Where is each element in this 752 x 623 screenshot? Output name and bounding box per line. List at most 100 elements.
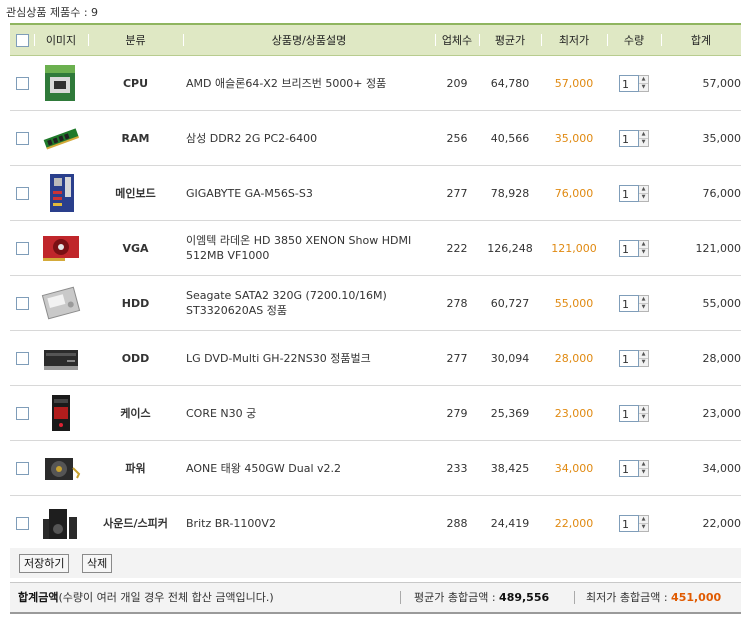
hard-drive-icon[interactable] (41, 283, 81, 323)
row-checkbox[interactable] (15, 351, 29, 365)
quantity-stepper[interactable]: 1 ▲ ▼ (619, 404, 649, 422)
quantity-down-icon[interactable]: ▼ (639, 357, 648, 366)
product-name-cell[interactable]: Britz BR-1100V2 (183, 495, 435, 551)
totals-bar: 합계금액(수량이 여러 개일 경우 전체 합산 금액입니다.) 평균가 총합금액… (10, 582, 741, 614)
product-name-cell[interactable]: CORE N30 궁 (183, 385, 435, 441)
table-row: 메인보드 GIGABYTE GA-M56S-S3 277 78,928 76,000 1 ▲… (10, 165, 741, 221)
row-sum-cell: 121,000 (661, 220, 741, 276)
quantity-stepper[interactable]: 1 ▲ ▼ (619, 239, 649, 257)
column-header-category: 분류 (88, 23, 183, 56)
product-name-line1[interactable]: AONE 태왕 450GW Dual v2.2 (186, 462, 341, 475)
table-row: 사운드/스피커 Britz BR-1100V2 288 24,419 22,000 1 ▲ ▼… (10, 495, 741, 551)
maker-count-cell: 209 (435, 55, 479, 111)
quantity-stepper[interactable]: 1 ▲ ▼ (619, 129, 649, 147)
dvd-drive-icon[interactable] (41, 338, 81, 378)
quantity-up-icon[interactable]: ▲ (639, 351, 648, 358)
lowest-price-cell: 121,000 (541, 220, 607, 276)
category-cell: VGA (88, 220, 183, 276)
pc-case-icon[interactable] (41, 393, 81, 433)
quantity-stepper[interactable]: 1 ▲ ▼ (619, 514, 649, 532)
quantity-input[interactable]: 1 (619, 349, 639, 367)
row-checkbox[interactable] (15, 76, 29, 90)
quantity-down-icon[interactable]: ▼ (639, 82, 648, 91)
quantity-input[interactable]: 1 (619, 74, 639, 92)
avg-price-cell: 78,928 (479, 165, 541, 221)
row-checkbox[interactable] (15, 461, 29, 475)
quantity-input[interactable]: 1 (619, 239, 639, 257)
quantity-stepper[interactable]: 1 ▲ ▼ (619, 459, 649, 477)
select-all-checkbox[interactable] (15, 33, 29, 47)
quantity-input[interactable]: 1 (619, 129, 639, 147)
avg-price-cell: 24,419 (479, 495, 541, 551)
product-name-cell[interactable]: AONE 태왕 450GW Dual v2.2 (183, 440, 435, 496)
power-supply-icon[interactable] (41, 448, 81, 488)
row-checkbox[interactable] (15, 516, 29, 530)
quantity-stepper[interactable]: 1 ▲ ▼ (619, 184, 649, 202)
ram-stick-icon[interactable] (41, 118, 81, 158)
motherboard-icon[interactable] (41, 173, 81, 213)
product-name-line2[interactable]: ST3320620AS 정품 (186, 304, 287, 317)
quantity-up-icon[interactable]: ▲ (639, 516, 648, 523)
avg-price-cell: 40,566 (479, 110, 541, 166)
category-cell: 메인보드 (88, 165, 183, 221)
quantity-down-icon[interactable]: ▼ (639, 247, 648, 256)
quantity-up-icon[interactable]: ▲ (639, 76, 648, 83)
quantity-stepper[interactable]: 1 ▲ ▼ (619, 74, 649, 92)
row-checkbox[interactable] (15, 241, 29, 255)
quantity-down-icon[interactable]: ▼ (639, 467, 648, 476)
wishlist-table: 이미지 분류 상품명/상품설명 업체수 평균가 최저가 수량 합계 CPU AMD… (10, 23, 741, 551)
quantity-up-icon[interactable]: ▲ (639, 186, 648, 193)
table-row: RAM 삼성 DDR2 2G PC2-6400 256 40,566 35,000 1 ▲ ▼… (10, 110, 741, 166)
table-row: ODD LG DVD-Multi GH-22NS30 정품벌크 277 30,094 2… (10, 330, 741, 386)
product-name-line1[interactable]: Britz BR-1100V2 (186, 517, 276, 530)
totals-label: 합계금액 (18, 591, 59, 604)
row-checkbox[interactable] (15, 186, 29, 200)
quantity-stepper[interactable]: 1 ▲ ▼ (619, 349, 649, 367)
lowest-price-cell: 22,000 (541, 495, 607, 551)
avg-price-cell: 126,248 (479, 220, 541, 276)
quantity-input[interactable]: 1 (619, 514, 639, 532)
quantity-input[interactable]: 1 (619, 184, 639, 202)
product-name-cell[interactable]: 이엠텍 라데온 HD 3850 XENON Show HDMI 512MB VF1… (183, 220, 435, 276)
quantity-input[interactable]: 1 (619, 459, 639, 477)
speaker-icon[interactable] (41, 503, 81, 543)
quantity-up-icon[interactable]: ▲ (639, 406, 648, 413)
product-name-cell[interactable]: Seagate SATA2 320G (7200.10/16M) ST332062… (183, 275, 435, 331)
product-name-line1[interactable]: Seagate SATA2 320G (7200.10/16M) (186, 289, 387, 302)
avg-price-cell: 64,780 (479, 55, 541, 111)
quantity-up-icon[interactable]: ▲ (639, 131, 648, 138)
quantity-up-icon[interactable]: ▲ (639, 461, 648, 468)
quantity-down-icon[interactable]: ▼ (639, 302, 648, 311)
product-name-cell[interactable]: LG DVD-Multi GH-22NS30 정품벌크 (183, 330, 435, 386)
row-checkbox[interactable] (15, 406, 29, 420)
product-name-line1[interactable]: 삼성 DDR2 2G PC2-6400 (186, 132, 317, 145)
quantity-down-icon[interactable]: ▼ (639, 192, 648, 201)
product-name-cell[interactable]: GIGABYTE GA-M56S-S3 (183, 165, 435, 221)
quantity-down-icon[interactable]: ▼ (639, 137, 648, 146)
product-name-line1[interactable]: AMD 애슬론64-X2 브리즈번 5000+ 정품 (186, 77, 386, 90)
delete-button[interactable]: 삭제 (82, 554, 113, 573)
product-name-line1[interactable]: LG DVD-Multi GH-22NS30 정품벌크 (186, 352, 371, 365)
quantity-input[interactable]: 1 (619, 294, 639, 312)
row-checkbox[interactable] (15, 296, 29, 310)
product-name-line2[interactable]: 512MB VF1000 (186, 249, 269, 262)
quantity-stepper[interactable]: 1 ▲ ▼ (619, 294, 649, 312)
product-name-cell[interactable]: 삼성 DDR2 2G PC2-6400 (183, 110, 435, 166)
save-button[interactable]: 저장하기 (19, 554, 70, 573)
quantity-up-icon[interactable]: ▲ (639, 296, 648, 303)
graphics-card-icon[interactable] (41, 228, 81, 268)
row-checkbox[interactable] (15, 131, 29, 145)
wishlist-count-label: 관심상품 제품수 : 9 (6, 6, 99, 19)
quantity-down-icon[interactable]: ▼ (639, 522, 648, 531)
quantity-down-icon[interactable]: ▼ (639, 412, 648, 421)
product-name-line1[interactable]: 이엠텍 라데온 HD 3850 XENON Show HDMI (186, 234, 411, 247)
category-cell: ODD (88, 330, 183, 386)
product-name-cell[interactable]: AMD 애슬론64-X2 브리즈번 5000+ 정품 (183, 55, 435, 111)
quantity-input[interactable]: 1 (619, 404, 639, 422)
product-name-line1[interactable]: GIGABYTE GA-M56S-S3 (186, 187, 313, 200)
quantity-up-icon[interactable]: ▲ (639, 241, 648, 248)
table-row: VGA 이엠텍 라데온 HD 3850 XENON Show HDMI 512MB … (10, 220, 741, 276)
product-name-line1[interactable]: CORE N30 궁 (186, 407, 256, 420)
cpu-box-icon[interactable] (41, 63, 81, 103)
column-header-quantity: 수량 (607, 23, 661, 56)
